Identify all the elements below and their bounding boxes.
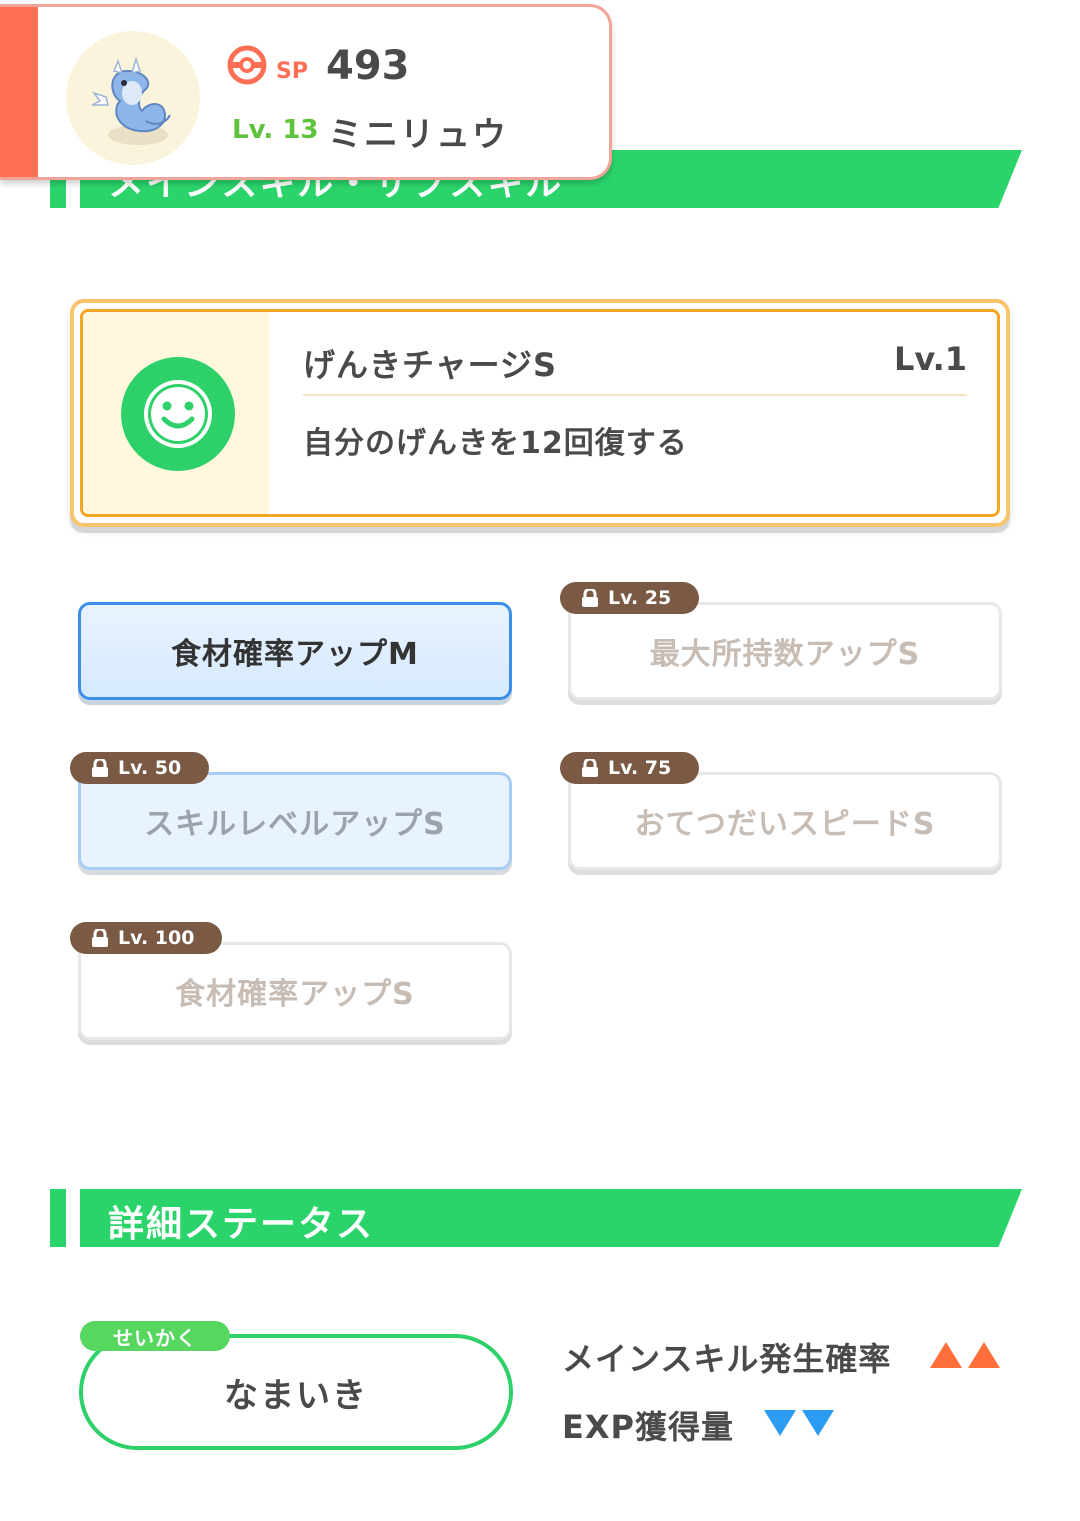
down-arrow-icon — [764, 1410, 796, 1436]
sub-skill-label: おてつだいスピードS — [634, 807, 936, 842]
main-skill-divider — [303, 394, 967, 396]
pokemon-level: Lv. 13 — [232, 115, 319, 145]
sub-skill-slot-4[interactable]: おてつだいスピードS — [568, 772, 1002, 870]
down-arrow-icon — [802, 1410, 834, 1436]
sub-skill-slot-5[interactable]: 食材確率アップS — [78, 942, 512, 1040]
pokemon-name: ミニリュウ — [328, 115, 508, 155]
stat-down-arrows — [764, 1410, 834, 1436]
main-skill-card[interactable]: げんきチャージS Lv.1 自分のげんきを12回復する — [70, 299, 1010, 527]
unlock-level-text: Lv. 50 — [118, 757, 182, 779]
sub-skill-slot-3[interactable]: スキルレベルアップS — [78, 772, 512, 870]
stat-up-arrows — [930, 1342, 1000, 1368]
nature-value: なまいき — [224, 1375, 368, 1416]
unlock-level-text: Lv. 25 — [608, 587, 672, 609]
main-skill-inner: げんきチャージS Lv.1 自分のげんきを12回復する — [80, 309, 1000, 517]
dratini-portrait-icon — [91, 56, 171, 145]
pokemon-avatar — [66, 31, 200, 165]
nature-effect-up-label: メインスキル発生確率 — [562, 1340, 892, 1378]
sub-skill-label: 食材確率アップS — [175, 977, 415, 1012]
unlock-level-badge: Lv. 75 — [560, 752, 700, 784]
lock-icon — [580, 587, 600, 607]
pokemon-summary-card[interactable]: SP 493 Lv. 13 ミニリュウ — [0, 4, 612, 180]
main-skill-name: げんきチャージS — [303, 346, 558, 384]
unlock-level-badge: Lv. 100 — [70, 922, 223, 954]
main-skill-icon-panel — [83, 312, 269, 514]
sub-skill-label: スキルレベルアップS — [144, 807, 446, 842]
unlock-level-text: Lv. 75 — [608, 757, 672, 779]
sub-skill-label: 最大所持数アップS — [649, 637, 921, 672]
main-skill-description: 自分のげんきを12回復する — [303, 426, 688, 461]
header-accent-bar — [50, 1189, 66, 1247]
up-arrow-icon — [968, 1342, 1000, 1368]
sub-skill-label: 食材確率アップM — [171, 637, 419, 672]
sp-label: SP — [276, 59, 308, 84]
sp-candy-icon — [227, 45, 267, 85]
smiley-face-icon — [121, 357, 235, 471]
details-section-header: 詳細ステータス — [50, 1189, 1022, 1247]
sp-value: 493 — [326, 43, 410, 89]
unlock-level-text: Lv. 100 — [118, 927, 195, 949]
unlock-level-badge: Lv. 50 — [70, 752, 210, 784]
sub-skill-slot-2[interactable]: 最大所持数アップS — [568, 602, 1002, 700]
card-accent-strip — [0, 7, 38, 177]
main-skill-level: Lv.1 — [893, 340, 967, 378]
sub-skill-slot-1[interactable]: 食材確率アップM — [78, 602, 512, 700]
details-section-title: 詳細ステータス — [108, 1204, 375, 1245]
up-arrow-icon — [930, 1342, 962, 1368]
nature-tag: せいかく — [80, 1321, 230, 1351]
lock-icon — [90, 757, 110, 777]
lock-icon — [580, 757, 600, 777]
nature-effect-down-label: EXP獲得量 — [562, 1408, 734, 1446]
unlock-level-badge: Lv. 25 — [560, 582, 700, 614]
nature-value-box[interactable]: なまいき — [79, 1334, 513, 1450]
lock-icon — [90, 927, 110, 947]
